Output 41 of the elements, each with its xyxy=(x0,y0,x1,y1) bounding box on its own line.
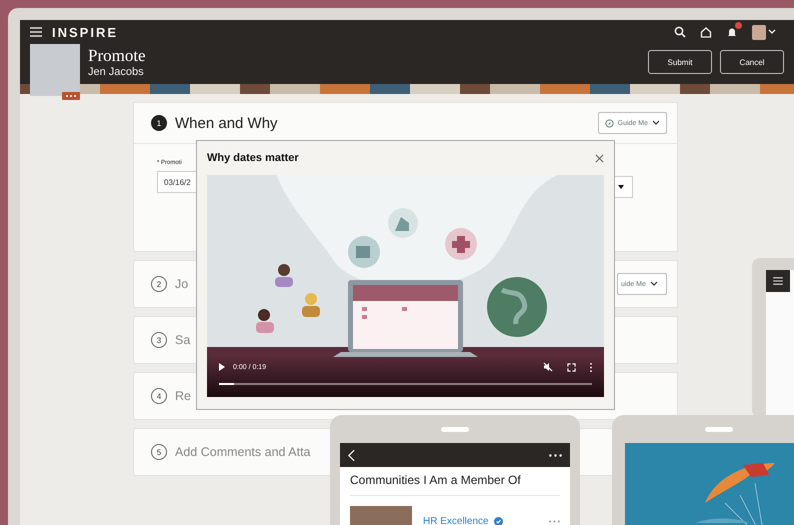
step-number: 2 xyxy=(151,276,167,292)
header-action-button[interactable]: Submit xyxy=(648,50,712,74)
dialog-title: Why dates matter xyxy=(207,152,299,164)
person-name: Jen Jacobs xyxy=(88,66,145,78)
caret-icon xyxy=(652,120,660,126)
community-link[interactable]: HR Excellence xyxy=(423,516,489,525)
menu-icon[interactable] xyxy=(30,27,42,37)
step-number: 3 xyxy=(151,332,167,348)
step-title[interactable]: Sa xyxy=(175,333,190,347)
date-field[interactable]: 03/16/2 xyxy=(157,171,199,193)
play-icon[interactable] xyxy=(219,363,225,371)
home-icon[interactable] xyxy=(700,26,712,38)
notification-icon[interactable] xyxy=(726,26,738,38)
app-logo[interactable]: INSPIRE xyxy=(52,24,118,40)
avatar-photo-placeholder xyxy=(752,24,766,40)
step-number: 5 xyxy=(151,444,167,460)
more-badge-icon[interactable] xyxy=(62,92,80,100)
step-title[interactable]: Re xyxy=(175,389,191,403)
profile-photo-placeholder xyxy=(30,44,80,96)
header-action-button[interactable]: Cancel xyxy=(720,50,784,74)
speaker-slot xyxy=(704,427,732,432)
speaker-slot xyxy=(441,427,469,432)
fullscreen-icon[interactable] xyxy=(567,362,576,372)
search-icon[interactable] xyxy=(674,26,686,38)
step-title[interactable]: When and Why xyxy=(175,114,278,132)
step-title[interactable]: Add Comments and Atta xyxy=(175,445,310,459)
list-title: Communities I Am a Member Of xyxy=(350,473,560,496)
step-number: 4 xyxy=(151,388,167,404)
page-title: Promote xyxy=(88,46,146,66)
close-icon[interactable] xyxy=(595,154,604,162)
more-icon[interactable] xyxy=(549,454,562,456)
menu-icon[interactable] xyxy=(773,277,783,285)
compass-icon xyxy=(604,118,614,128)
back-icon[interactable] xyxy=(348,448,355,462)
caret-icon xyxy=(650,281,658,287)
caret-icon xyxy=(768,29,776,35)
step-number: 1 xyxy=(151,115,167,131)
dropdown-caret-icon xyxy=(618,185,624,189)
step-title[interactable]: Jo xyxy=(175,277,188,291)
user-menu[interactable] xyxy=(752,24,776,40)
mute-icon[interactable] xyxy=(543,362,553,372)
